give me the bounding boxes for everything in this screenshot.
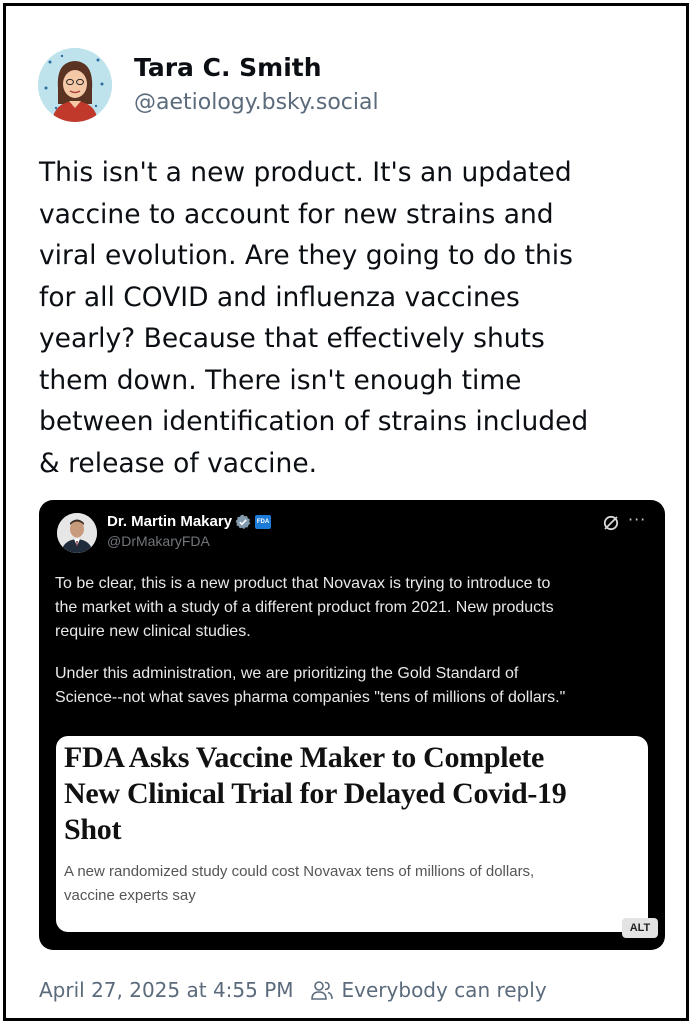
avatar-illustration [38, 48, 112, 122]
embed-text-line: Science--not what saves pharma companies… [55, 689, 566, 706]
author-avatar[interactable] [38, 48, 112, 122]
post-text-line: them down. There isn't enough time [39, 364, 522, 396]
post-text-line: viral evolution. Are they going to do th… [39, 240, 573, 271]
embed-text-line: the market with a study of a different p… [55, 599, 554, 616]
people-icon [310, 981, 333, 1000]
verified-badge-icon [235, 514, 251, 530]
embed-text-line: Under this administration, we are priori… [55, 665, 519, 682]
embedded-image[interactable]: Dr. Martin Makary FDA @DrMakaryFDA ··· T… [39, 500, 665, 950]
article-dek: A new randomized study could cost Novava… [64, 860, 644, 908]
embed-badges: FDA [235, 514, 271, 530]
post-text-line: for all COVID and influenza vaccines [39, 281, 520, 313]
embed-author-avatar [57, 513, 97, 553]
dek-line: vaccine experts say [64, 887, 196, 904]
post-frame: Tara C. Smith @aetiology.bsky.social Thi… [3, 3, 689, 1021]
more-icon: ··· [628, 510, 647, 529]
embed-author-handle: @DrMakaryFDA [107, 533, 210, 549]
post-text-line: & release of vaccine. [39, 447, 318, 479]
embed-text-line: require new clinical studies. [55, 623, 251, 640]
article-card: FDA Asks Vaccine Maker to Complete New C… [56, 736, 648, 932]
author-handle[interactable]: @aetiology.bsky.social [134, 90, 379, 115]
post-text-line: yearly? Because that effectively shuts [39, 323, 545, 354]
gov-affiliation-icon: FDA [255, 515, 271, 529]
embed-avatar-illustration [57, 513, 97, 553]
reply-setting[interactable]: Everybody can reply [342, 978, 547, 1002]
post-text-line: between identification of strains includ… [39, 406, 589, 437]
post-timestamp[interactable]: April 27, 2025 at 4:55 PM [39, 978, 294, 1002]
headline-line: New Clinical Trial for Delayed Covid-19 [64, 777, 567, 810]
embed-text-line: To be clear, this is a new product that … [55, 575, 551, 592]
embed-author-name: Dr. Martin Makary [107, 513, 233, 530]
article-headline: FDA Asks Vaccine Maker to Complete New C… [64, 740, 644, 848]
post-text-line: This isn't a new product. It's an update… [39, 157, 572, 188]
dek-line: A new randomized study could cost Novava… [64, 863, 535, 880]
post-text-line: vaccine to account for new strains and [39, 198, 554, 230]
headline-line: FDA Asks Vaccine Maker to Complete [64, 741, 545, 774]
alt-text-button[interactable]: ALT [622, 918, 658, 938]
post-text: This isn't a new product. It's an update… [39, 152, 679, 484]
grok-icon [603, 515, 619, 531]
embed-post-text: To be clear, this is a new product that … [55, 572, 655, 710]
headline-line: Shot [64, 813, 122, 846]
post-footer: April 27, 2025 at 4:55 PM Everybody can … [39, 978, 547, 1002]
author-name[interactable]: Tara C. Smith [134, 53, 322, 82]
